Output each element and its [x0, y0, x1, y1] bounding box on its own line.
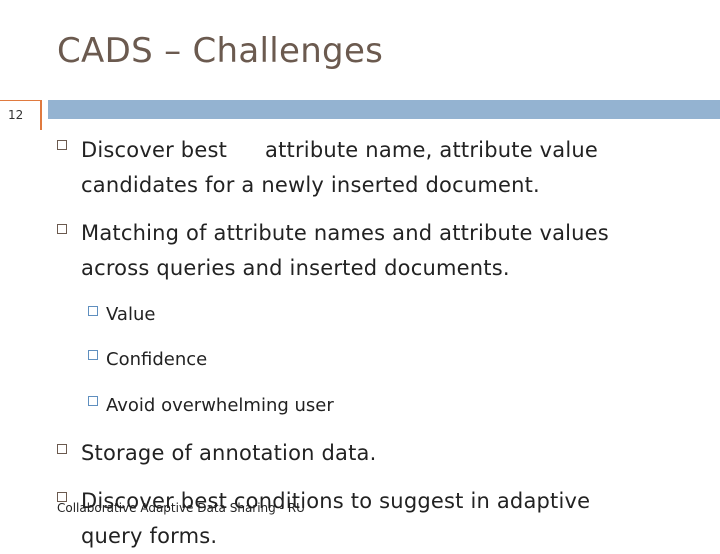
bullet-1-line-1: Discover best attribute name, attribute v…: [81, 133, 598, 168]
bullet-square-icon: [57, 140, 67, 150]
slide-footer: Collaborative Adaptive Data Sharing - RU: [57, 501, 305, 515]
bullet-square-icon: [57, 444, 67, 454]
bullet-4-line-2: query forms.: [81, 524, 218, 548]
bullet-1-text-b: attribute name, attribute value: [265, 138, 599, 162]
bullet-square-icon: [57, 224, 67, 234]
slide-title: CADS – Challenges: [57, 31, 384, 71]
bullet-3-line-1: Storage of annotation data.: [81, 441, 377, 465]
sub-bullet-confidence: Confidence: [106, 349, 208, 370]
sub-bullet-square-icon: [88, 396, 98, 406]
bullet-1-line-2: candidates for a newly inserted document…: [81, 173, 540, 197]
sub-bullet-square-icon: [88, 350, 98, 360]
header-bar: [48, 100, 720, 119]
sub-bullet-avoid-overwhelming: Avoid overwhelming user: [106, 395, 334, 416]
slide-number: 12: [8, 108, 24, 122]
sub-bullet-square-icon: [88, 306, 98, 316]
bullet-2-line-1: Matching of attribute names and attribut…: [81, 221, 609, 245]
bullet-1-text-a: Discover best: [81, 138, 228, 162]
bullet-2-line-2: across queries and inserted documents.: [81, 256, 510, 280]
sub-bullet-value: Value: [106, 304, 156, 325]
